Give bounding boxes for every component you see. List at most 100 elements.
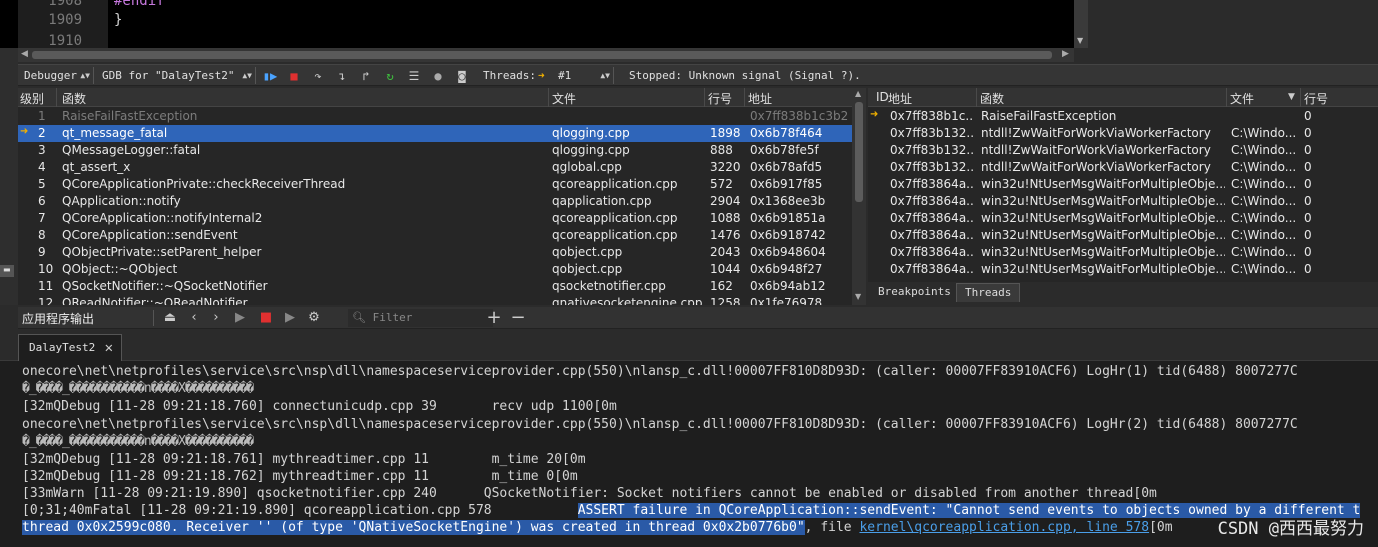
scrollbar-thumb[interactable] (855, 102, 863, 202)
debug-target-select[interactable]: GDB for "DalayTest2" ▲▼ (98, 67, 256, 84)
thread-row[interactable]: 0x7ff83864a... win32u!NtUserMsgWaitForMul… (868, 210, 1378, 227)
debug-icon[interactable]: ▶ (282, 310, 298, 326)
tab-dalaytest2[interactable]: DalayTest2 ✕ (18, 334, 122, 361)
stack-frame-row[interactable]: 10 QObject::~QObject qobject.cpp 1044 0x6b94… (18, 261, 852, 278)
code-line[interactable]: } (114, 12, 122, 28)
stack-cell-level: 1 (38, 109, 56, 123)
thread-row[interactable]: 0x7ff83b132... ntdll!ZwWaitForWorkViaWork… (868, 125, 1378, 142)
column-header[interactable]: 文件 (1230, 90, 1254, 107)
column-header[interactable]: 行号 (1304, 90, 1328, 107)
editor-horizontal-scrollbar[interactable]: ◀ ▶ (18, 48, 1074, 62)
stack-cell-function: qt_assert_x (62, 160, 546, 174)
column-header[interactable]: 函数 (62, 90, 86, 107)
stack-cell-level: 4 (38, 160, 56, 174)
tab-breakpoints[interactable]: Breakpoints (870, 283, 959, 302)
thread-cell-address: 0x7ff83864a... (890, 211, 974, 225)
collapse-marker[interactable]: ▬ (0, 265, 14, 277)
column-header[interactable]: 函数 (980, 90, 1004, 107)
scroll-down-icon[interactable]: ▼ (1077, 36, 1083, 45)
thread-cell-function: win32u!NtUserMsgWaitForMultipleObje... (981, 194, 1225, 208)
attach-to-process-icon[interactable]: ⏏ (162, 310, 178, 326)
column-header[interactable]: 地址 (888, 90, 912, 107)
stack-frame-row[interactable]: 5 QCoreApplicationPrivate::checkReceiverT… (18, 176, 852, 193)
thread-row[interactable]: 0x7ff83864a... win32u!NtUserMsgWaitForMul… (868, 244, 1378, 261)
thread-row[interactable]: 0x7ff83b132... ntdll!ZwWaitForWorkViaWork… (868, 159, 1378, 176)
stack-cell-file: qcoreapplication.cpp (552, 211, 702, 225)
operate-by-instruction-icon[interactable]: ☰ (406, 68, 422, 84)
thread-cell-address: 0x7ff838b1c... (890, 109, 974, 123)
stack-frame-row[interactable]: 9 QObjectPrivate::setParent_helper qobject… (18, 244, 852, 261)
continue-icon[interactable]: ▮▶ (262, 68, 278, 84)
stack-frame-row[interactable]: 6 QApplication::notify qapplication.cpp 290… (18, 193, 852, 210)
tab-threads[interactable]: Threads (956, 283, 1020, 302)
rerun-icon[interactable]: ▶ (232, 310, 248, 326)
next-item-icon[interactable]: › (208, 310, 224, 326)
thread-cell-line: 0 (1304, 245, 1344, 259)
stack-frame-row[interactable]: 8 QCoreApplication::sendEvent qcoreapplica… (18, 227, 852, 244)
close-icon[interactable]: ✕ (105, 335, 113, 361)
stack-frame-row[interactable]: 4 qt_assert_x qglobal.cpp 3220 0x6b78afd5 (18, 159, 852, 176)
scrollbar-thumb[interactable] (32, 51, 1052, 59)
chevron-down-icon: ▲▼ (600, 67, 610, 84)
snapshot-icon[interactable]: ◙ (454, 68, 470, 84)
stack-cell-file: qobject.cpp (552, 245, 702, 259)
editor-vertical-scrollbar[interactable]: ▼ (1074, 0, 1088, 48)
stack-frame-row[interactable]: 12 QReadNotifier::~QReadNotifier qnativeso… (18, 295, 852, 305)
thread-cell-file: C:\Windo... (1231, 160, 1299, 174)
stack-cell-line: 1476 (710, 228, 744, 242)
column-header[interactable]: 行号 (708, 90, 732, 107)
stack-frame-row[interactable]: 11 QSocketNotifier::~QSocketNotifier qsock… (18, 278, 852, 295)
thread-row[interactable]: 0x7ff83864a... win32u!NtUserMsgWaitForMul… (868, 261, 1378, 278)
stop-icon[interactable]: ■ (258, 310, 274, 326)
collapse-icon: ▬ (3, 265, 11, 274)
source-file-link[interactable]: kernel\qcoreapplication.cpp, line 578 (859, 520, 1149, 535)
stack-frame-row[interactable]: 1 RaiseFailFastException 0x7ff838b1c3b2 (18, 108, 852, 125)
thread-select[interactable]: #1 ▲▼ (554, 67, 614, 84)
stack-frame-row[interactable]: 3 QMessageLogger::fatal qlogging.cpp 888 0x6… (18, 142, 852, 159)
scroll-down-icon[interactable]: ▼ (855, 292, 861, 301)
application-output-log[interactable]: onecore\net\netprofiles\service\src\nsp\… (0, 361, 1378, 547)
debugger-engine-label: Debugger (24, 69, 77, 82)
restart-icon[interactable]: ↻ (382, 68, 398, 84)
step-over-icon[interactable]: ↷ (310, 68, 326, 84)
step-out-icon[interactable]: ↱ (358, 68, 374, 84)
stack-cell-line: 1898 (710, 126, 744, 140)
column-header[interactable]: 地址 (748, 90, 772, 107)
thread-row[interactable]: 0x7ff83864a... win32u!NtUserMsgWaitForMul… (868, 193, 1378, 210)
stack-scrollbar[interactable]: ▲ ▼ (852, 88, 866, 305)
stop-debugger-icon[interactable]: ■ (286, 68, 302, 84)
code-editor[interactable]: 1908 1909 1910 #endif } (0, 0, 1074, 48)
stack-cell-file: qlogging.cpp (552, 143, 702, 157)
zoom-in-icon[interactable]: + (486, 310, 502, 326)
thread-row[interactable]: 0x7ff83864a... win32u!NtUserMsgWaitForMul… (868, 176, 1378, 193)
thread-row[interactable]: ➜ 0x7ff838b1c... RaiseFailFastException 0 (868, 108, 1378, 125)
column-header[interactable]: 文件 (552, 90, 576, 107)
stack-cell-level: 7 (38, 211, 56, 225)
stack-frame-row[interactable]: ➜ 2 qt_message_fatal qlogging.cpp 1898 0x6b78… (18, 125, 852, 142)
thread-cell-file: C:\Windo... (1231, 177, 1299, 191)
sort-down-icon[interactable]: ▼ (1288, 92, 1295, 102)
scroll-right-icon[interactable]: ▶ (1062, 49, 1069, 59)
settings-gear-icon[interactable]: ⚙ (306, 310, 322, 326)
output-toolbar: 应用程序输出 ⏏ ‹ › ▶ ■ ▶ ⚙ 🔍︎ Filter + − (18, 307, 1378, 329)
thread-row[interactable]: 0x7ff83b132... ntdll!ZwWaitForWorkViaWork… (868, 142, 1378, 159)
scroll-up-icon[interactable]: ▲ (855, 89, 861, 98)
previous-item-icon[interactable]: ‹ (186, 310, 202, 326)
stack-frame-row[interactable]: 7 QCoreApplication::notifyInternal2 qcorea… (18, 210, 852, 227)
zoom-out-icon[interactable]: − (510, 310, 526, 326)
thread-cell-function: ntdll!ZwWaitForWorkViaWorkerFactory (981, 143, 1225, 157)
threads-label: Threads: (483, 68, 536, 84)
code-line[interactable]: #endif (114, 0, 165, 9)
debugger-engine-select[interactable]: Debugger ▲▼ (20, 67, 94, 84)
column-header[interactable]: ID (876, 90, 889, 104)
thread-cell-function: ntdll!ZwWaitForWorkViaWorkerFactory (981, 126, 1225, 140)
thread-cell-line: 0 (1304, 177, 1344, 191)
thread-row[interactable]: 0x7ff83864a... win32u!NtUserMsgWaitForMul… (868, 227, 1378, 244)
column-header[interactable]: 级别 (20, 90, 44, 107)
thread-cell-address: 0x7ff83864a... (890, 228, 974, 242)
record-icon[interactable]: ● (430, 68, 446, 84)
step-into-icon[interactable]: ↴ (334, 68, 350, 84)
scroll-left-icon[interactable]: ◀ (21, 49, 28, 59)
thread-cell-line: 0 (1304, 160, 1344, 174)
filter-input[interactable]: 🔍︎ Filter (348, 309, 493, 327)
